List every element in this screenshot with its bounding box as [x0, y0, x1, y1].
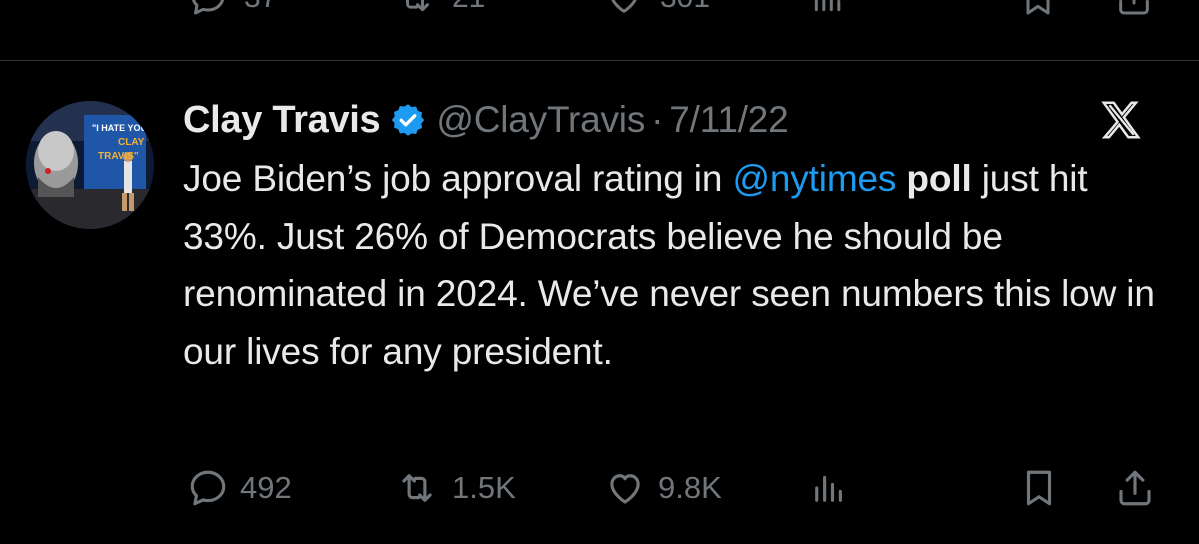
- reply-count: 492: [240, 470, 292, 505]
- like-icon: [610, 474, 640, 504]
- tweet-divider: [0, 60, 1199, 61]
- previous-share-action[interactable]: [1114, 0, 1154, 18]
- tweet-text-part-1: Joe Biden’s job approval rating in: [183, 158, 733, 199]
- verified-badge-icon: [390, 102, 426, 138]
- like-icon: [611, 0, 637, 13]
- views-button[interactable]: [808, 460, 850, 516]
- author-handle[interactable]: @ClayTravis: [436, 99, 645, 141]
- tweet-actions: 492 1.5K 9.8K: [0, 460, 1199, 516]
- previous-like-action[interactable]: 301: [602, 0, 710, 18]
- previous-repost-count: 21: [452, 0, 485, 15]
- share-button[interactable]: [1114, 460, 1156, 516]
- bookmark-button[interactable]: [1018, 460, 1060, 516]
- like-button[interactable]: 9.8K: [602, 460, 722, 516]
- repost-icon: [406, 0, 429, 12]
- x-logo-icon[interactable]: [1098, 98, 1144, 144]
- tweet-header: Clay Travis @ClayTravis · 7/11/22: [183, 94, 789, 146]
- views-icon: [815, 475, 842, 502]
- previous-bookmark-action[interactable]: [1018, 0, 1058, 18]
- share-icon: [1119, 470, 1151, 506]
- header-separator: ·: [651, 99, 664, 140]
- reply-icon: [192, 0, 225, 15]
- tweet-text-space: [896, 158, 906, 199]
- share-icon: [1119, 0, 1149, 15]
- repost-icon: [402, 474, 432, 502]
- previous-views-action[interactable]: [808, 0, 848, 18]
- previous-tweet-actions: 37 21 301: [0, 0, 1199, 20]
- like-count: 9.8K: [658, 470, 722, 505]
- avatar-image: "I HATE YOU CLAY TRAVIS": [26, 101, 154, 229]
- tweet-text: Joe Biden’s job approval rating in @nyti…: [183, 150, 1163, 380]
- avatar-sign-line-2: CLAY: [118, 137, 145, 148]
- mention-link[interactable]: @nytimes: [732, 158, 896, 199]
- bookmark-icon: [1026, 470, 1052, 506]
- avatar[interactable]: "I HATE YOU CLAY TRAVIS": [26, 101, 154, 229]
- previous-reply-action[interactable]: 37: [186, 0, 277, 18]
- reply-icon: [190, 470, 226, 506]
- views-icon: [814, 0, 841, 12]
- author-name[interactable]: Clay Travis: [183, 99, 381, 142]
- repost-count: 1.5K: [452, 470, 516, 505]
- previous-reply-count: 37: [244, 0, 277, 15]
- reply-button[interactable]: 492: [186, 460, 292, 516]
- repost-button[interactable]: 1.5K: [392, 460, 516, 516]
- bookmark-icon: [1026, 0, 1050, 15]
- avatar-sign-line-1: "I HATE YOU: [92, 123, 147, 133]
- previous-repost-action[interactable]: 21: [392, 0, 485, 18]
- tweet-date[interactable]: 7/11/22: [669, 99, 789, 141]
- tweet-text-bold-word: poll: [906, 158, 972, 199]
- avatar-sign-line-3: TRAVIS": [98, 151, 139, 162]
- previous-like-count: 301: [660, 0, 710, 15]
